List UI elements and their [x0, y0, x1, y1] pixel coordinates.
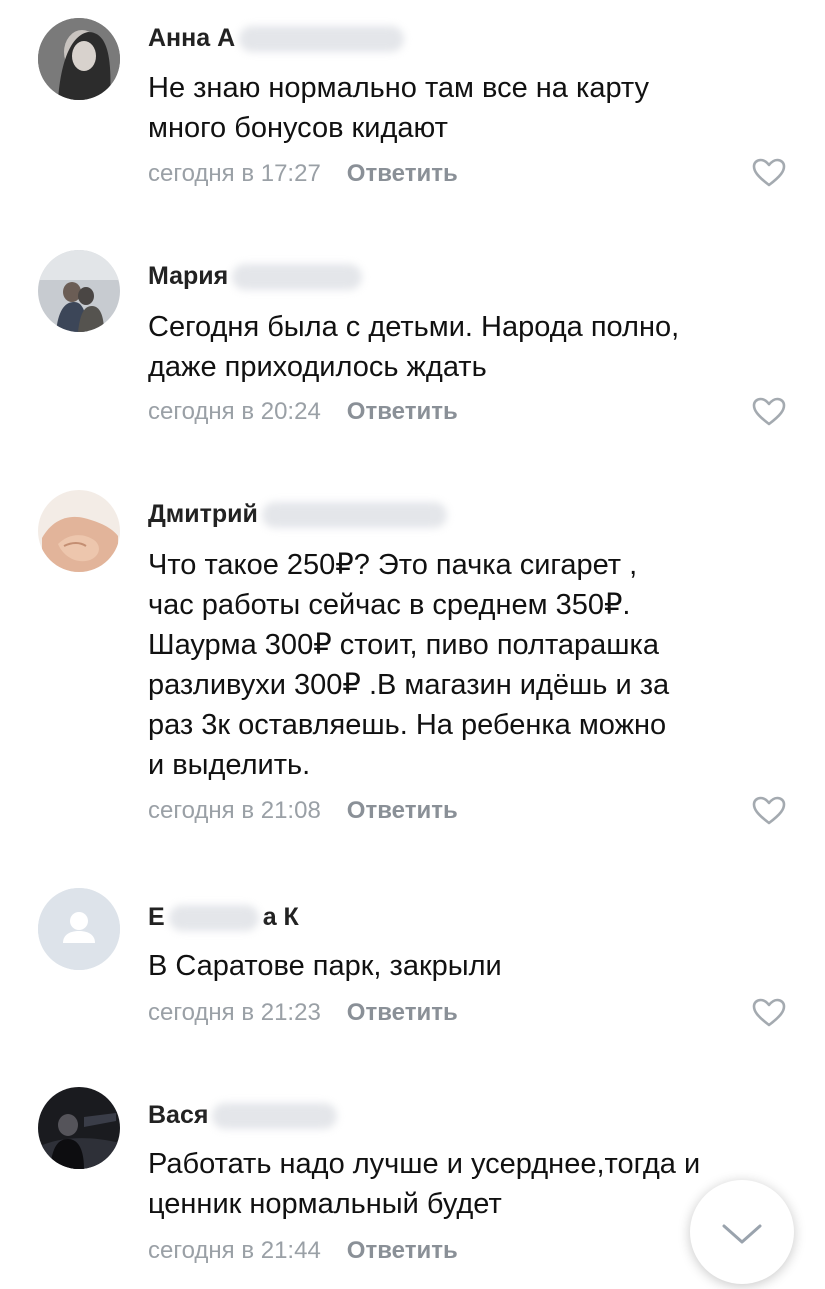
redacted-name	[239, 26, 405, 53]
reply-button[interactable]: Ответить	[347, 999, 458, 1026]
avatar-photo	[38, 250, 120, 332]
redacted-name	[261, 502, 447, 529]
redacted-name	[232, 264, 363, 291]
comment-meta: сегодня в 17:27 Ответить	[148, 160, 458, 188]
author-name[interactable]: Вася	[148, 1101, 341, 1130]
comment-line: разливухи 300₽ .В магазин идёшь и за	[148, 669, 670, 701]
timestamp: сегодня в 21:44	[148, 1237, 321, 1264]
avatar[interactable]	[38, 250, 120, 332]
timestamp: сегодня в 17:27	[148, 160, 321, 187]
author-name-text: Е	[148, 903, 165, 931]
avatar[interactable]	[38, 490, 120, 572]
comment-line: и выделить.	[148, 749, 311, 781]
comment-meta: сегодня в 21:44 Ответить	[148, 1237, 458, 1265]
comment-line: Работать надо лучше и усерднее,тогда и	[148, 1148, 701, 1180]
chevron-down-icon	[722, 1224, 762, 1244]
comment-text: В Саратове парк, закрыли	[148, 946, 798, 986]
heart-icon[interactable]	[752, 796, 786, 826]
comment-line: раз 3к оставляешь. На ребенка можно	[148, 709, 667, 741]
avatar[interactable]	[38, 18, 120, 100]
comment-line: час работы сейчас в среднем 350₽.	[148, 589, 631, 621]
comment-line: Что такое 250₽? Это пачка сигарет ,	[148, 549, 638, 581]
comment-line: Не знаю нормально там все на карту	[148, 72, 650, 104]
reply-button[interactable]: Ответить	[347, 398, 458, 425]
avatar[interactable]	[38, 1087, 120, 1169]
heart-icon[interactable]	[752, 998, 786, 1028]
author-name-text: Анна А	[148, 24, 236, 52]
reply-button[interactable]: Ответить	[347, 797, 458, 824]
comment-text: Не знаю нормально там все на карту много…	[148, 68, 798, 148]
timestamp: сегодня в 21:23	[148, 999, 321, 1026]
heart-icon[interactable]	[752, 158, 786, 188]
author-name[interactable]: Мария	[148, 262, 366, 291]
comment-line: Сегодня была с детьми. Народа полно,	[148, 311, 680, 343]
avatar-photo	[38, 490, 120, 572]
comment-line: даже приходилось ждать	[148, 351, 487, 383]
author-name[interactable]: Анна А	[148, 24, 408, 53]
author-name-text: Дмитрий	[148, 500, 258, 528]
comment-text: Что такое 250₽? Это пачка сигарет , час …	[148, 545, 798, 785]
comment-meta: сегодня в 21:23 Ответить	[148, 999, 458, 1027]
author-name-text: Мария	[148, 262, 229, 290]
reply-button[interactable]: Ответить	[347, 1237, 458, 1264]
comment-line: В Саратове парк, закрыли	[148, 950, 502, 982]
comment-meta: сегодня в 20:24 Ответить	[148, 398, 458, 426]
author-name[interactable]: Еа К	[148, 903, 299, 932]
user-silhouette-icon	[38, 888, 120, 970]
heart-icon[interactable]	[752, 397, 786, 427]
timestamp: сегодня в 20:24	[148, 398, 321, 425]
author-name-text: Вася	[148, 1101, 209, 1129]
comment-text: Сегодня была с детьми. Народа полно, даж…	[148, 307, 798, 387]
reply-button[interactable]: Ответить	[347, 160, 458, 187]
scroll-down-button[interactable]	[690, 1180, 794, 1284]
author-name[interactable]: Дмитрий	[148, 500, 451, 529]
avatar-photo	[38, 1087, 120, 1169]
comment-line: много бонусов кидают	[148, 112, 448, 144]
author-name-text: а К	[262, 903, 299, 931]
avatar-photo	[38, 18, 120, 100]
redacted-name	[212, 1103, 338, 1130]
redacted-name	[168, 905, 259, 932]
avatar[interactable]	[38, 888, 120, 970]
comment-line: Шаурма 300₽ стоит, пиво полтарашка	[148, 629, 660, 661]
comment-meta: сегодня в 21:08 Ответить	[148, 797, 458, 825]
timestamp: сегодня в 21:08	[148, 797, 321, 824]
